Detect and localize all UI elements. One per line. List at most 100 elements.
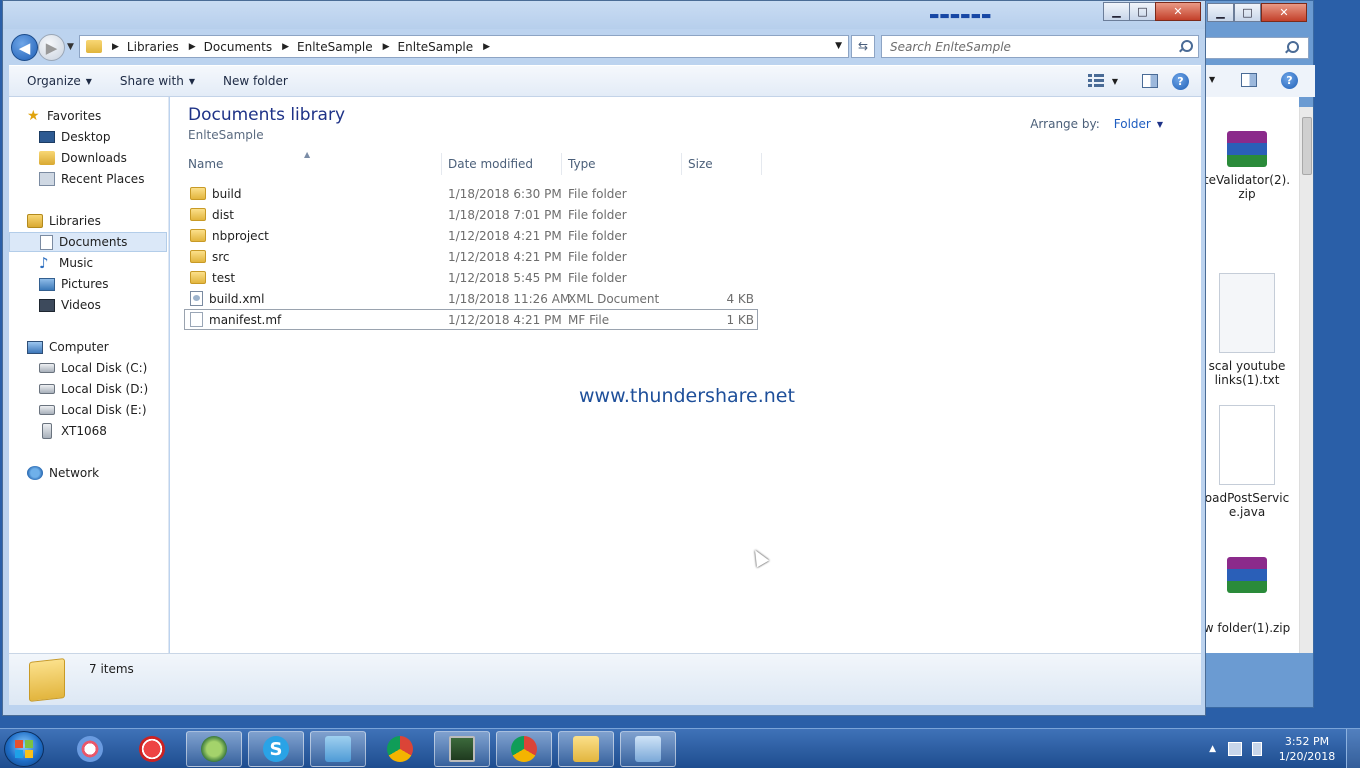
nav-computer[interactable]: Computer <box>27 337 185 357</box>
taskbar-app-paint[interactable] <box>62 731 118 767</box>
close-button[interactable]: ✕ <box>1155 2 1201 21</box>
text-file-item[interactable]: scal youtube links(1).txt <box>1195 273 1299 387</box>
taskbar-app-android-studio[interactable] <box>186 731 242 767</box>
chevron-down-icon[interactable]: ▼ <box>1112 77 1118 86</box>
folder-icon <box>190 229 206 242</box>
maximize-button[interactable]: □ <box>1129 2 1156 21</box>
taskbar-app-snipping[interactable] <box>620 731 676 767</box>
scrollbar[interactable] <box>1299 107 1313 653</box>
music-note-icon: ♪ <box>39 253 49 272</box>
view-options-icon[interactable] <box>1087 74 1106 88</box>
file-row-focused[interactable]: manifest.mf 1/12/2018 4:21 PM MF File 1 … <box>184 309 758 330</box>
back-button[interactable]: ◀ <box>11 34 38 61</box>
taskbar-app-monitor[interactable] <box>434 731 490 767</box>
search-box[interactable] <box>881 35 1199 58</box>
title-bar[interactable]: ▬▬▬▬▬▬ ▁ □ ✕ <box>3 1 1205 29</box>
chrome-icon <box>511 736 537 762</box>
arrange-by-dropdown[interactable]: Folder ▼ <box>1114 117 1163 131</box>
search-icon <box>1178 39 1193 54</box>
nav-favorites[interactable]: ★ Favorites <box>27 106 185 126</box>
maximize-button[interactable]: □ <box>1234 3 1261 22</box>
column-header-name[interactable]: Name ▲ <box>182 150 442 175</box>
minimize-button[interactable]: ▁ <box>1103 2 1130 21</box>
chevron-right-icon: ▶ <box>282 41 290 52</box>
winrar-archive-icon <box>1227 131 1267 167</box>
taskbar-app-explorer[interactable] <box>558 731 614 767</box>
java-file-item[interactable]: oadPostServic e.java <box>1195 405 1299 519</box>
column-headers: Name ▲ Date modified Type Size <box>182 150 1182 175</box>
taskbar-app-ccleaner[interactable] <box>124 731 180 767</box>
preview-pane-icon[interactable] <box>1142 74 1158 88</box>
ccleaner-app-icon <box>139 736 165 762</box>
clock-time: 3:52 PM <box>1284 735 1330 748</box>
help-icon[interactable]: ? <box>1281 72 1298 89</box>
folder-icon <box>86 40 102 53</box>
computer-icon <box>27 340 43 354</box>
breadcrumb-item[interactable]: ▶ Documents <box>179 40 272 54</box>
network-status-icon[interactable] <box>1228 742 1242 756</box>
start-button[interactable] <box>4 731 44 767</box>
breadcrumb-item[interactable]: ▶ EnlteSample <box>272 40 373 54</box>
chevron-right-icon: ▶ <box>382 41 390 52</box>
address-bar[interactable]: ▶ Libraries ▶ Documents ▶ EnlteSample ▶ Enlt… <box>79 35 849 58</box>
file-row[interactable]: build 1/18/2018 6:30 PM File folder <box>184 183 758 204</box>
column-header-type[interactable]: Type <box>562 153 682 175</box>
library-title: Documents library <box>188 105 346 125</box>
chevron-down-icon[interactable]: ▼ <box>1209 75 1215 84</box>
taskbar-app-notepad[interactable] <box>310 731 366 767</box>
file-row[interactable]: test 1/12/2018 5:45 PM File folder <box>184 267 758 288</box>
clock[interactable]: 3:52 PM 1/20/2018 <box>1272 734 1342 764</box>
volume-icon[interactable] <box>1252 742 1262 756</box>
search-input[interactable] <box>890 39 1178 54</box>
minimize-button[interactable]: ▁ <box>1207 3 1234 22</box>
file-row[interactable]: nbproject 1/12/2018 4:21 PM File folder <box>184 225 758 246</box>
item-count: 7 items <box>89 662 134 676</box>
file-row[interactable]: src 1/12/2018 4:21 PM File folder <box>184 246 758 267</box>
taskbar: S ▲ 3:52 PM 1/20/2018 <box>0 728 1360 768</box>
file-row[interactable]: dist 1/18/2018 7:01 PM File folder <box>184 204 758 225</box>
nav-network[interactable]: Network <box>27 463 185 483</box>
recent-pages-dropdown[interactable]: ▼ <box>67 42 74 52</box>
close-button[interactable]: ✕ <box>1261 3 1307 22</box>
file-row[interactable]: build.xml 1/18/2018 11:26 AM XML Documen… <box>184 288 758 309</box>
java-file-icon <box>1219 405 1275 485</box>
organize-button[interactable]: Organize ▼ <box>17 74 102 88</box>
breadcrumb-item[interactable]: ▶ Libraries <box>102 40 179 54</box>
nav-documents[interactable]: Documents <box>9 232 167 252</box>
arrange-by-label: Arrange by: <box>1030 117 1100 131</box>
notepad-icon <box>325 736 351 762</box>
address-history-dropdown[interactable]: ▼ <box>835 41 842 51</box>
breadcrumb-item[interactable]: ▶ EnlteSample <box>373 40 474 54</box>
show-desktop-button[interactable] <box>1346 729 1360 768</box>
background-search-box[interactable] <box>1205 37 1309 59</box>
help-icon[interactable]: ? <box>1172 72 1189 90</box>
new-folder-button[interactable]: New folder <box>213 74 298 88</box>
hard-disk-icon <box>39 363 55 373</box>
breadcrumb-item[interactable]: ▶ <box>473 42 498 52</box>
taskbar-app-chrome[interactable] <box>372 731 428 767</box>
details-pane: 7 items <box>9 653 1201 705</box>
scrollbar-thumb[interactable] <box>1302 117 1312 175</box>
paint-app-icon <box>77 736 103 762</box>
title-text: ▬▬▬▬▬▬ <box>929 9 992 22</box>
share-with-button[interactable]: Share with ▼ <box>110 74 205 88</box>
zip-file-item[interactable]: teValidator(2). zip <box>1195 131 1299 201</box>
show-hidden-icons-icon[interactable]: ▲ <box>1209 744 1216 754</box>
taskbar-app-chrome-2[interactable] <box>496 731 552 767</box>
documents-icon <box>40 234 53 250</box>
column-header-date-modified[interactable]: Date modified <box>442 153 562 175</box>
pictures-icon <box>39 277 55 291</box>
zip-file-item[interactable]: w folder(1).zip <box>1195 557 1299 635</box>
clock-date: 1/20/2018 <box>1278 750 1336 763</box>
sort-ascending-icon: ▲ <box>304 150 311 159</box>
refresh-button[interactable]: ⇆ <box>851 35 875 58</box>
folder-icon <box>190 271 206 284</box>
file-icon <box>190 312 203 327</box>
taskbar-app-skype[interactable]: S <box>248 731 304 767</box>
forward-button[interactable]: ▶ <box>38 34 65 61</box>
nav-libraries[interactable]: Libraries <box>27 211 185 231</box>
watermark-text: www.thundershare.net <box>579 385 795 407</box>
column-header-size[interactable]: Size <box>682 153 762 175</box>
preview-pane-icon[interactable] <box>1241 73 1257 87</box>
chevron-right-icon: ▶ <box>483 41 491 52</box>
